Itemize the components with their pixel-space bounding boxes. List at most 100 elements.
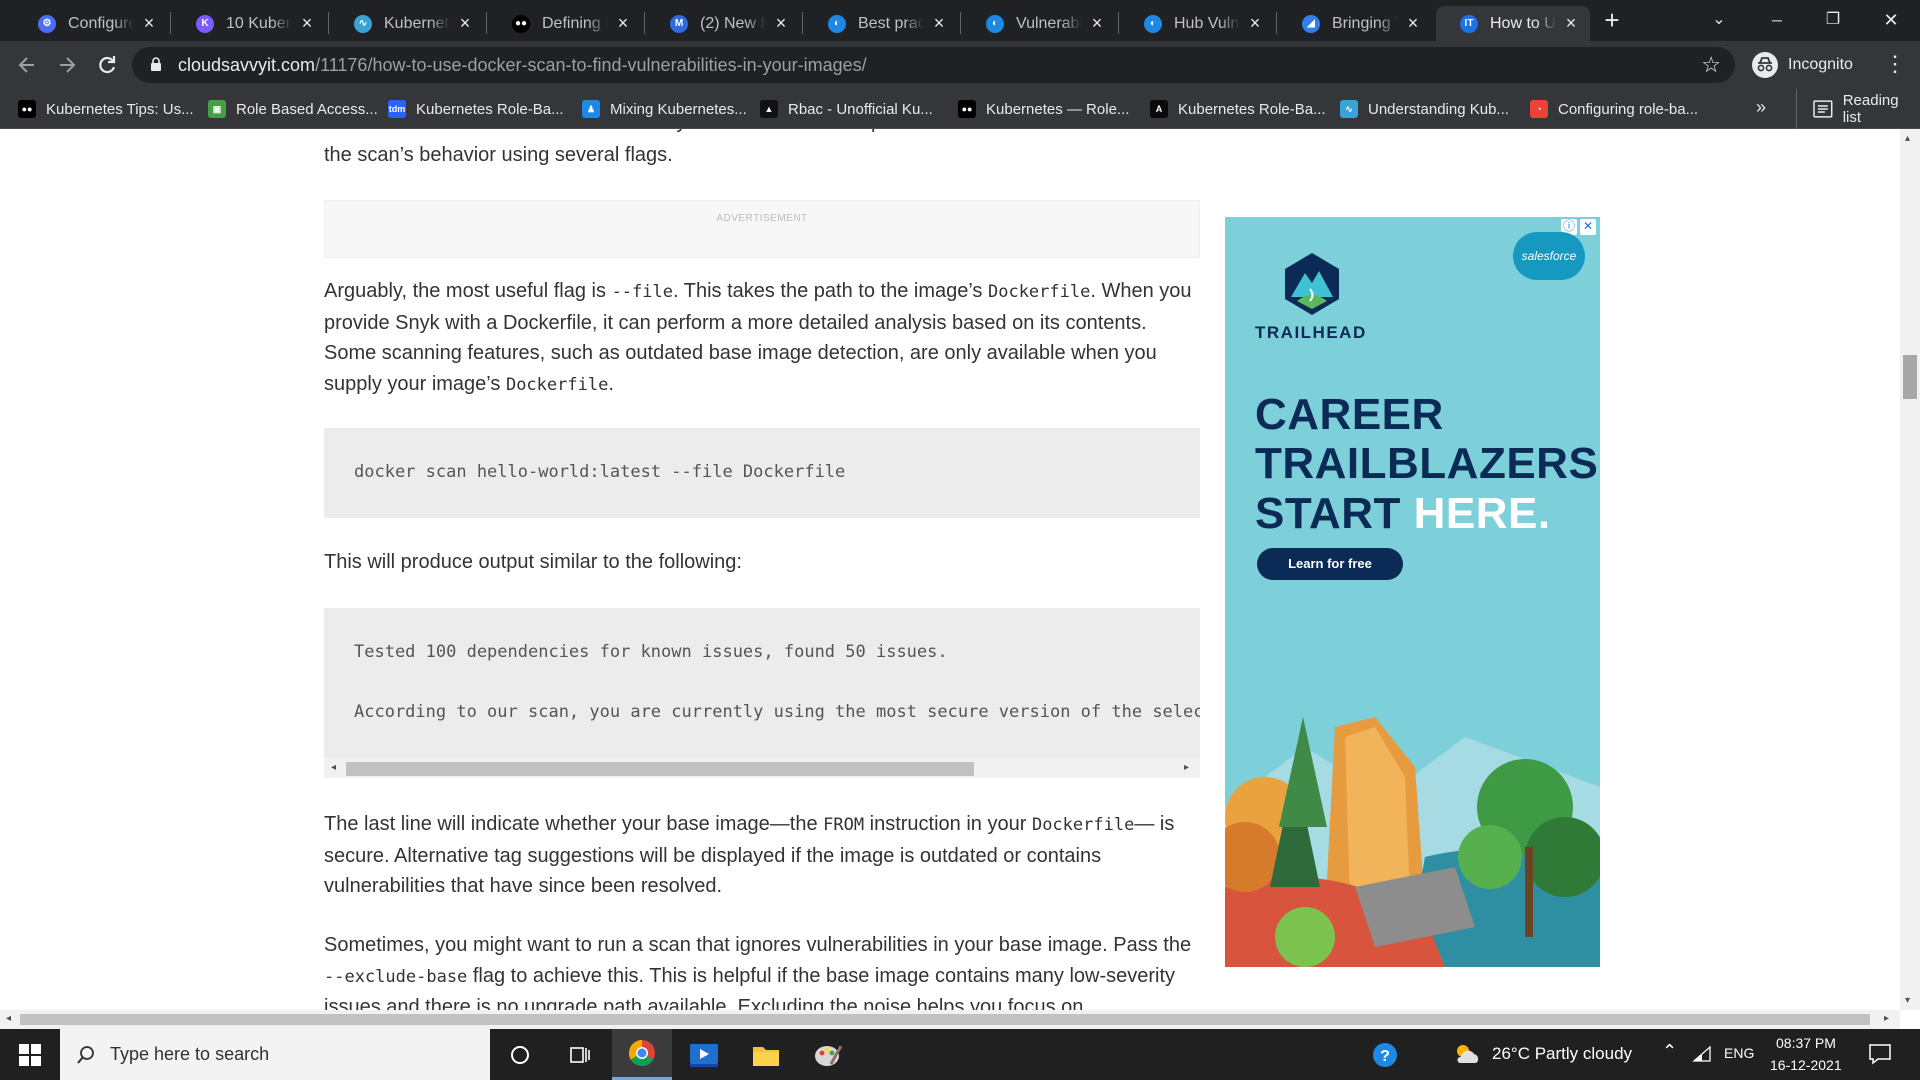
trailhead-ad-banner[interactable]: ⓘ ✕ salesforce TRAILHEAD CAREER TRAILBLA… — [1225, 217, 1600, 967]
tab-close-icon[interactable]: × — [140, 13, 158, 34]
vertical-scrollbar-thumb[interactable] — [1903, 355, 1917, 399]
bookmark-item[interactable]: A Kubernetes Role-Ba... — [1150, 89, 1326, 129]
tab-close-icon[interactable]: × — [1404, 13, 1422, 34]
browser-tab[interactable]: K 10 Kuberne × — [172, 6, 326, 41]
browser-tab[interactable]: ◐ Hub Vulner × — [1120, 6, 1274, 41]
tab-close-icon[interactable]: × — [456, 13, 474, 34]
help-icon[interactable]: ? — [1355, 1029, 1415, 1080]
tab-close-icon[interactable]: × — [1246, 13, 1264, 34]
back-arrow-icon[interactable] — [12, 50, 42, 80]
advertisement-label: ADVERTISEMENT — [716, 213, 808, 224]
weather-icon[interactable] — [1452, 1041, 1482, 1072]
bookmark-label: Understanding Kub... — [1368, 100, 1509, 118]
tab-separator — [960, 12, 961, 34]
horizontal-scrollbar[interactable]: ◂ ▸ — [0, 1010, 1900, 1029]
new-tab-button[interactable]: + — [1598, 6, 1626, 34]
code-horizontal-scrollbar[interactable]: ◂ ▸ — [324, 758, 1200, 778]
code-block-command[interactable]: docker scan hello-world:latest --file Do… — [324, 428, 1200, 518]
browser-tab[interactable]: IT How to Use × — [1436, 6, 1590, 41]
inline-code: FROM — [823, 815, 865, 835]
bookmark-item[interactable]: ▣ Role Based Access... — [208, 89, 378, 129]
address-bar[interactable]: cloudsavvyit.com/11176/how-to-use-docker… — [132, 47, 1735, 83]
bookmark-item[interactable]: ∿ Understanding Kub... — [1340, 89, 1509, 129]
bookmark-item[interactable]: tdm Kubernetes Role-Ba... — [388, 89, 564, 129]
reload-icon[interactable] — [92, 50, 122, 80]
tab-close-icon[interactable]: × — [930, 13, 948, 34]
clock-time[interactable]: 08:37 PM — [1776, 1035, 1836, 1051]
browser-menu-icon[interactable]: ⋮ — [1884, 51, 1906, 77]
bookmark-favicon-icon: ♟ — [582, 100, 600, 118]
tab-favicon-icon: M — [670, 14, 688, 33]
horizontal-scrollbar-thumb[interactable] — [20, 1014, 1870, 1025]
ad-close-icon[interactable]: ✕ — [1580, 219, 1596, 235]
bookmark-star-icon[interactable]: ☆ — [1701, 52, 1721, 78]
bookmark-favicon-icon: ▲ — [760, 100, 778, 118]
close-window-button[interactable]: ✕ — [1866, 0, 1916, 40]
lock-icon[interactable] — [150, 57, 162, 71]
browser-tab[interactable]: ◐ Best practic × — [804, 6, 958, 41]
inline-code: Dockerfile — [987, 282, 1091, 302]
paint-app-icon[interactable] — [798, 1029, 858, 1080]
ad-headline-3: START HERE. — [1255, 489, 1551, 538]
inline-code: --file — [611, 282, 673, 302]
scroll-right-arrow-icon[interactable]: ▸ — [1884, 1013, 1889, 1024]
browser-tab[interactable]: ⚙ Configure a × — [14, 6, 168, 41]
minimize-button[interactable]: ─ — [1752, 0, 1802, 40]
paragraph-last-line: The last line will indicate whether your… — [324, 813, 1175, 897]
file-explorer-icon[interactable] — [736, 1029, 796, 1080]
tab-close-icon[interactable]: × — [1562, 13, 1580, 34]
browser-tab[interactable]: ◐ Vulnerabilit × — [962, 6, 1116, 41]
chrome-taskbar-icon[interactable] — [612, 1029, 672, 1080]
browser-tab[interactable]: ∿ Kubernetes × — [330, 6, 484, 41]
cortana-icon[interactable] — [490, 1029, 550, 1080]
browser-tab[interactable]: ◢ Bringing "d × — [1278, 6, 1432, 41]
scroll-left-arrow-icon[interactable]: ◂ — [6, 1013, 11, 1024]
media-player-icon[interactable] — [674, 1029, 734, 1080]
weather-text[interactable]: 26°C Partly cloudy — [1492, 1044, 1632, 1064]
url-text[interactable]: cloudsavvyit.com/11176/how-to-use-docker… — [178, 55, 867, 76]
tab-close-icon[interactable]: × — [614, 13, 632, 34]
task-view-icon[interactable] — [550, 1029, 610, 1080]
incognito-icon — [1752, 52, 1778, 78]
browser-tab[interactable]: M (2) New Me × — [646, 6, 800, 41]
tab-close-icon[interactable]: × — [1088, 13, 1106, 34]
learn-for-free-button[interactable]: Learn for free — [1257, 548, 1403, 580]
reading-list-button[interactable]: Reading list — [1796, 89, 1920, 129]
scroll-up-arrow-icon[interactable]: ▴ — [1905, 133, 1910, 144]
start-button[interactable] — [0, 1029, 60, 1080]
tab-close-icon[interactable]: × — [772, 13, 790, 34]
language-indicator[interactable]: ENG — [1724, 1045, 1754, 1061]
code-command-text: docker scan hello-world:latest --file Do… — [354, 462, 846, 482]
browser-tab[interactable]: ●● Defining Pr × — [488, 6, 642, 41]
vertical-scrollbar[interactable]: ▴ ▾ — [1900, 129, 1920, 1010]
bookmark-label: Configuring role-ba... — [1558, 100, 1699, 118]
tab-separator — [644, 12, 645, 34]
show-hidden-icons-icon[interactable]: ⌃ — [1662, 1041, 1677, 1062]
bookmark-favicon-icon: tdm — [388, 100, 406, 118]
bookmark-item[interactable]: ♟ Mixing Kubernetes... — [582, 89, 747, 129]
scroll-right-arrow-icon[interactable]: ▸ — [1184, 762, 1189, 773]
forward-arrow-icon[interactable] — [52, 50, 82, 80]
code-block-output[interactable]: Tested 100 dependencies for known issues… — [324, 608, 1200, 778]
paragraph-flags-intro: the scan’s behavior using several flags. — [324, 144, 673, 166]
scroll-down-arrow-icon[interactable]: ▾ — [1905, 995, 1910, 1006]
tab-search-icon[interactable]: ⌄ — [1694, 0, 1744, 40]
tab-title: Defining Pr — [542, 14, 608, 32]
clock-date[interactable]: 16-12-2021 — [1770, 1057, 1842, 1073]
bookmark-label: Role Based Access... — [236, 100, 378, 118]
scroll-left-arrow-icon[interactable]: ◂ — [331, 762, 336, 773]
tab-close-icon[interactable]: × — [298, 13, 316, 34]
code-scrollbar-thumb[interactable] — [346, 762, 974, 776]
bookmark-item[interactable]: ◔ Configuring role-ba... — [1530, 89, 1698, 129]
taskbar-search-box[interactable]: Type here to search — [60, 1029, 490, 1080]
restore-button[interactable]: ❐ — [1808, 0, 1858, 40]
tab-title: Hub Vulner — [1174, 14, 1240, 32]
incognito-profile-button[interactable]: Incognito — [1752, 51, 1853, 79]
network-icon[interactable] — [1692, 1045, 1712, 1068]
bookmark-item[interactable]: ▲ Rbac - Unofficial Ku... — [760, 89, 933, 129]
bookmarks-overflow-button[interactable]: » — [1756, 97, 1766, 118]
reading-list-label: Reading list — [1842, 92, 1899, 126]
bookmark-item[interactable]: ●● Kubernetes — Role... — [958, 89, 1129, 129]
bookmark-item[interactable]: ●● Kubernetes Tips: Us... — [18, 89, 194, 129]
notifications-icon[interactable] — [1868, 1043, 1892, 1070]
